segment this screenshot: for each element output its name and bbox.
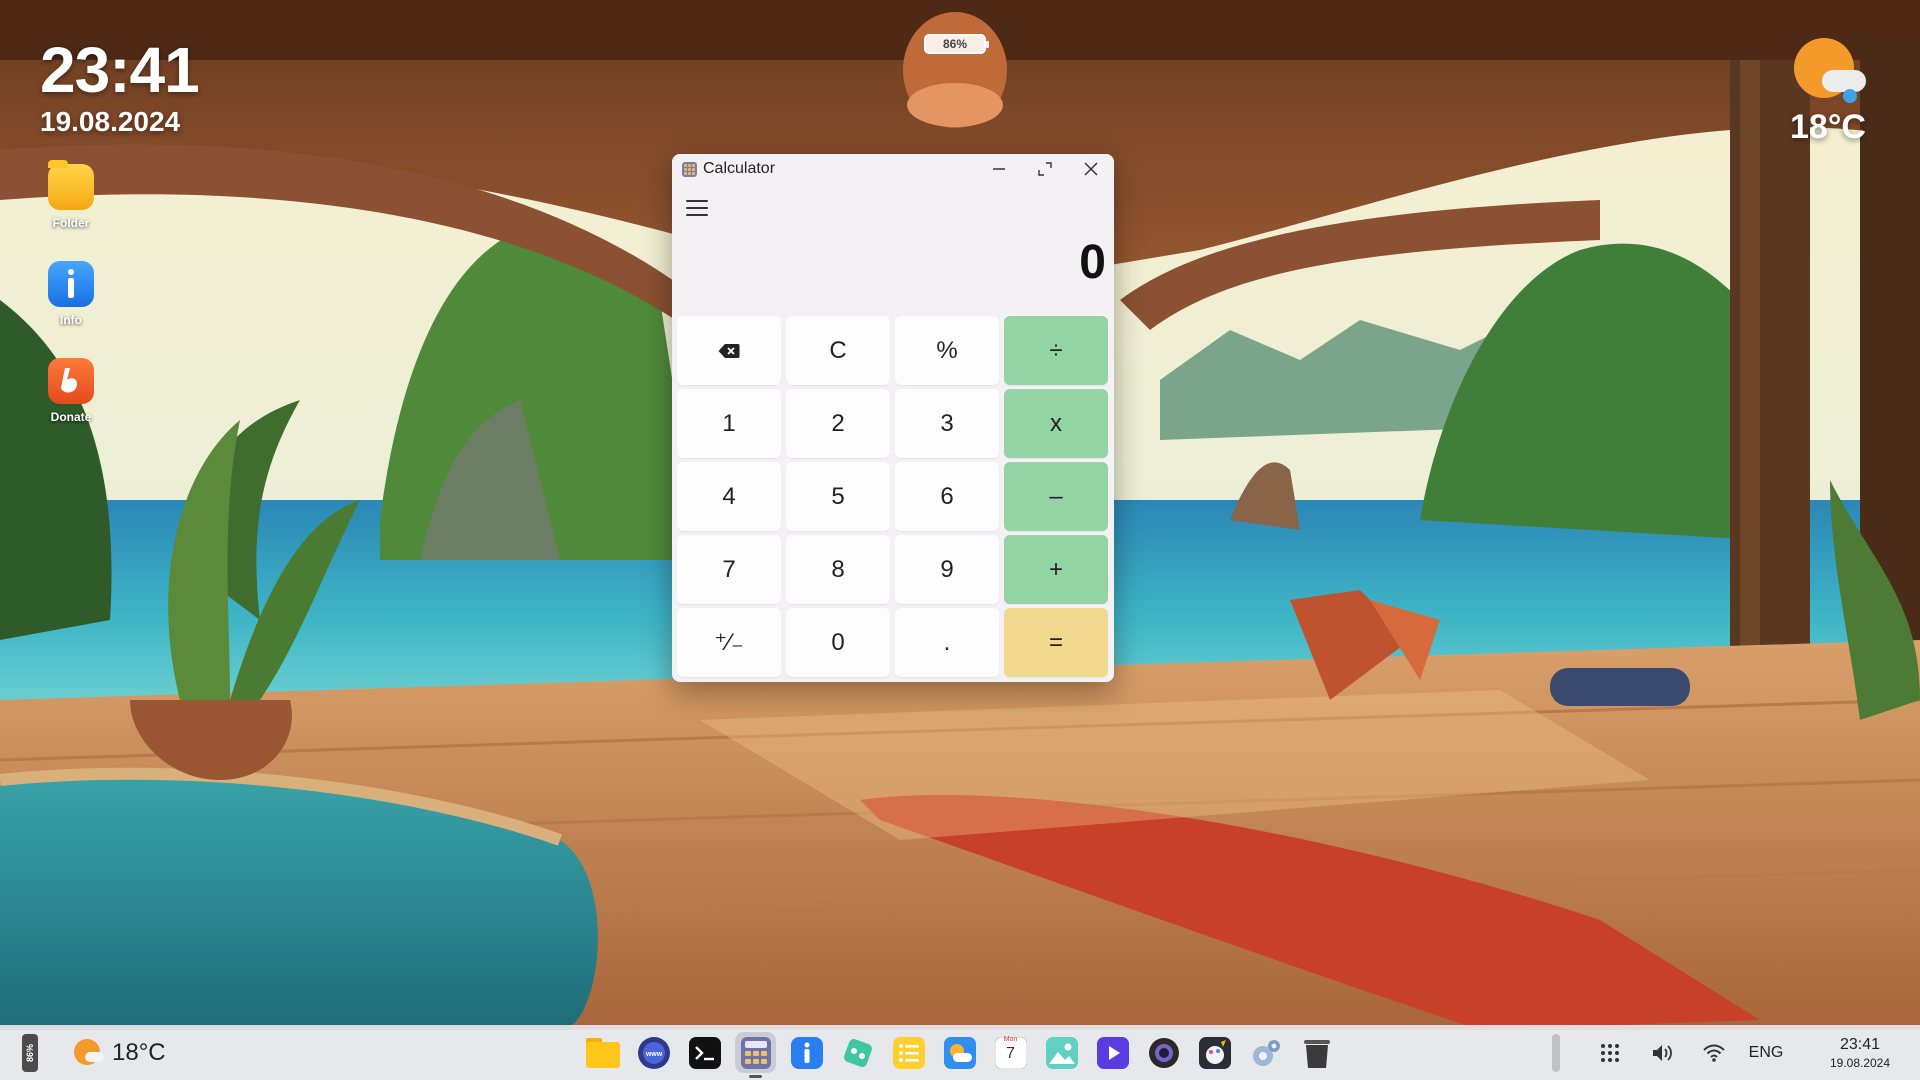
menu-icon-line [686,207,708,209]
wifi-button[interactable] [1688,1025,1740,1080]
calendar-app-icon[interactable]: Mon 7 [990,1032,1031,1073]
clear-button[interactable]: C [786,316,890,385]
desktop-icon-label: Info [60,313,82,327]
terminal-app-icon[interactable] [684,1032,725,1073]
divide-button[interactable]: ÷ [1004,316,1108,385]
tray-divider [1552,1033,1560,1072]
folder-app-icon[interactable] [582,1032,623,1073]
digit-2-button[interactable]: 2 [786,389,890,458]
info-app-icon[interactable] [786,1032,827,1073]
desktop-icon-donate[interactable]: Donate [42,358,100,455]
digit-7-button[interactable]: 7 [677,535,781,604]
close-icon [1084,162,1098,176]
speaker-icon [1653,1044,1672,1061]
desktop-icon-list: Folder Info Donate [42,160,100,455]
maximize-button[interactable] [1022,154,1068,184]
desktop-icon-info[interactable]: Info [42,261,100,358]
desktop-clock-widget: 23:41 19.08.2024 [40,34,200,138]
backspace-icon [718,343,740,358]
desktop-weather-widget[interactable]: 18°C [1778,34,1878,147]
folder-icon [48,160,94,210]
calculator-app-icon [682,161,697,177]
minimize-button[interactable] [976,154,1022,184]
calculator-app-icon[interactable] [735,1032,776,1078]
app-grid-button[interactable] [1584,1025,1636,1080]
desktop-clock-date: 19.08.2024 [40,106,181,137]
taskbar: 86% 18°C www Mon 7 ENG 23:41 19.08.2024 [0,1025,1920,1080]
digit-5-button[interactable]: 5 [786,462,890,531]
system-tray: ENG 23:41 19.08.2024 [1552,1025,1920,1080]
volume-button[interactable] [1636,1025,1688,1080]
desktop-icon-label: Folder [52,216,90,230]
calculator-window: Calculator 0 C % ÷ 1 2 3 x 4 5 6 – 7 8 9… [672,154,1114,682]
taskbar-battery-indicator[interactable]: 86% [22,1033,38,1072]
calculator-display: 0 [1079,236,1106,289]
desktop-icon-label: Donate [50,410,92,424]
sun-cloud-icon[interactable] [72,1037,104,1069]
battery-percentage-indicator: 86% [924,34,989,54]
hamburger-menu-button[interactable] [686,200,708,216]
window-title: Calculator [703,160,776,177]
multiply-button[interactable]: x [1004,389,1108,458]
gallery-app-icon[interactable] [1041,1032,1082,1073]
desktop-icon-folder[interactable]: Folder [42,160,100,261]
menu-icon-line [686,200,708,202]
digit-9-button[interactable]: 9 [895,535,999,604]
video-player-app-icon[interactable] [1092,1032,1133,1073]
subtract-button[interactable]: – [1004,462,1108,531]
digit-8-button[interactable]: 8 [786,535,890,604]
calculator-titlebar[interactable]: Calculator [672,154,1114,184]
expand-icon [1038,162,1052,176]
trash-app-icon[interactable] [1296,1032,1337,1073]
sun-cloud-icon [1788,34,1868,108]
game-app-icon[interactable] [837,1032,878,1073]
digit-6-button[interactable]: 6 [895,462,999,531]
taskbar-weather-temperature[interactable]: 18°C [112,1039,166,1067]
digit-4-button[interactable]: 4 [677,462,781,531]
minimize-icon [993,168,1005,170]
digit-3-button[interactable]: 3 [895,389,999,458]
taskbar-pinned-apps: www Mon 7 [582,1032,1337,1078]
wifi-icon [1703,1044,1725,1062]
camera-app-icon[interactable] [1143,1032,1184,1073]
paint-app-icon[interactable] [1194,1032,1235,1073]
donate-icon [48,358,94,404]
percent-button[interactable]: % [895,316,999,385]
digit-1-button[interactable]: 1 [677,389,781,458]
calendar-day: 7 [1006,1045,1015,1062]
backspace-button[interactable] [677,316,781,385]
weather-app-icon[interactable] [939,1032,980,1073]
grid-icon [1601,1043,1619,1062]
calculator-keypad: C % ÷ 1 2 3 x 4 5 6 – 7 8 9 + ⁺∕₋ 0 . = [677,316,1109,677]
digit-0-button[interactable]: 0 [786,608,890,677]
desktop-clock-time: 23:41 [40,34,200,106]
taskbar-clock-date: 19.08.2024 [1829,1055,1891,1070]
svg-text:www: www [644,1051,662,1058]
taskbar-clock-time: 23:41 [1839,1035,1881,1053]
settings-app-icon[interactable] [1245,1032,1286,1073]
info-icon [48,261,94,307]
equals-button[interactable]: = [1004,608,1108,677]
taskbar-clock[interactable]: 23:41 19.08.2024 [1800,1036,1920,1070]
add-button[interactable]: + [1004,535,1108,604]
menu-icon-line [686,214,708,216]
taskbar-left-area: 86% 18°C [22,1025,166,1080]
language-indicator[interactable]: ENG [1740,1044,1792,1062]
browser-app-icon[interactable]: www [633,1032,674,1073]
decimal-button[interactable]: . [895,608,999,677]
negate-button[interactable]: ⁺∕₋ [677,608,781,677]
calendar-weekday: Mon [1003,1036,1018,1043]
notes-app-icon[interactable] [888,1032,929,1073]
close-button[interactable] [1068,154,1114,184]
desktop-weather-temperature: 18°C [1790,108,1866,146]
